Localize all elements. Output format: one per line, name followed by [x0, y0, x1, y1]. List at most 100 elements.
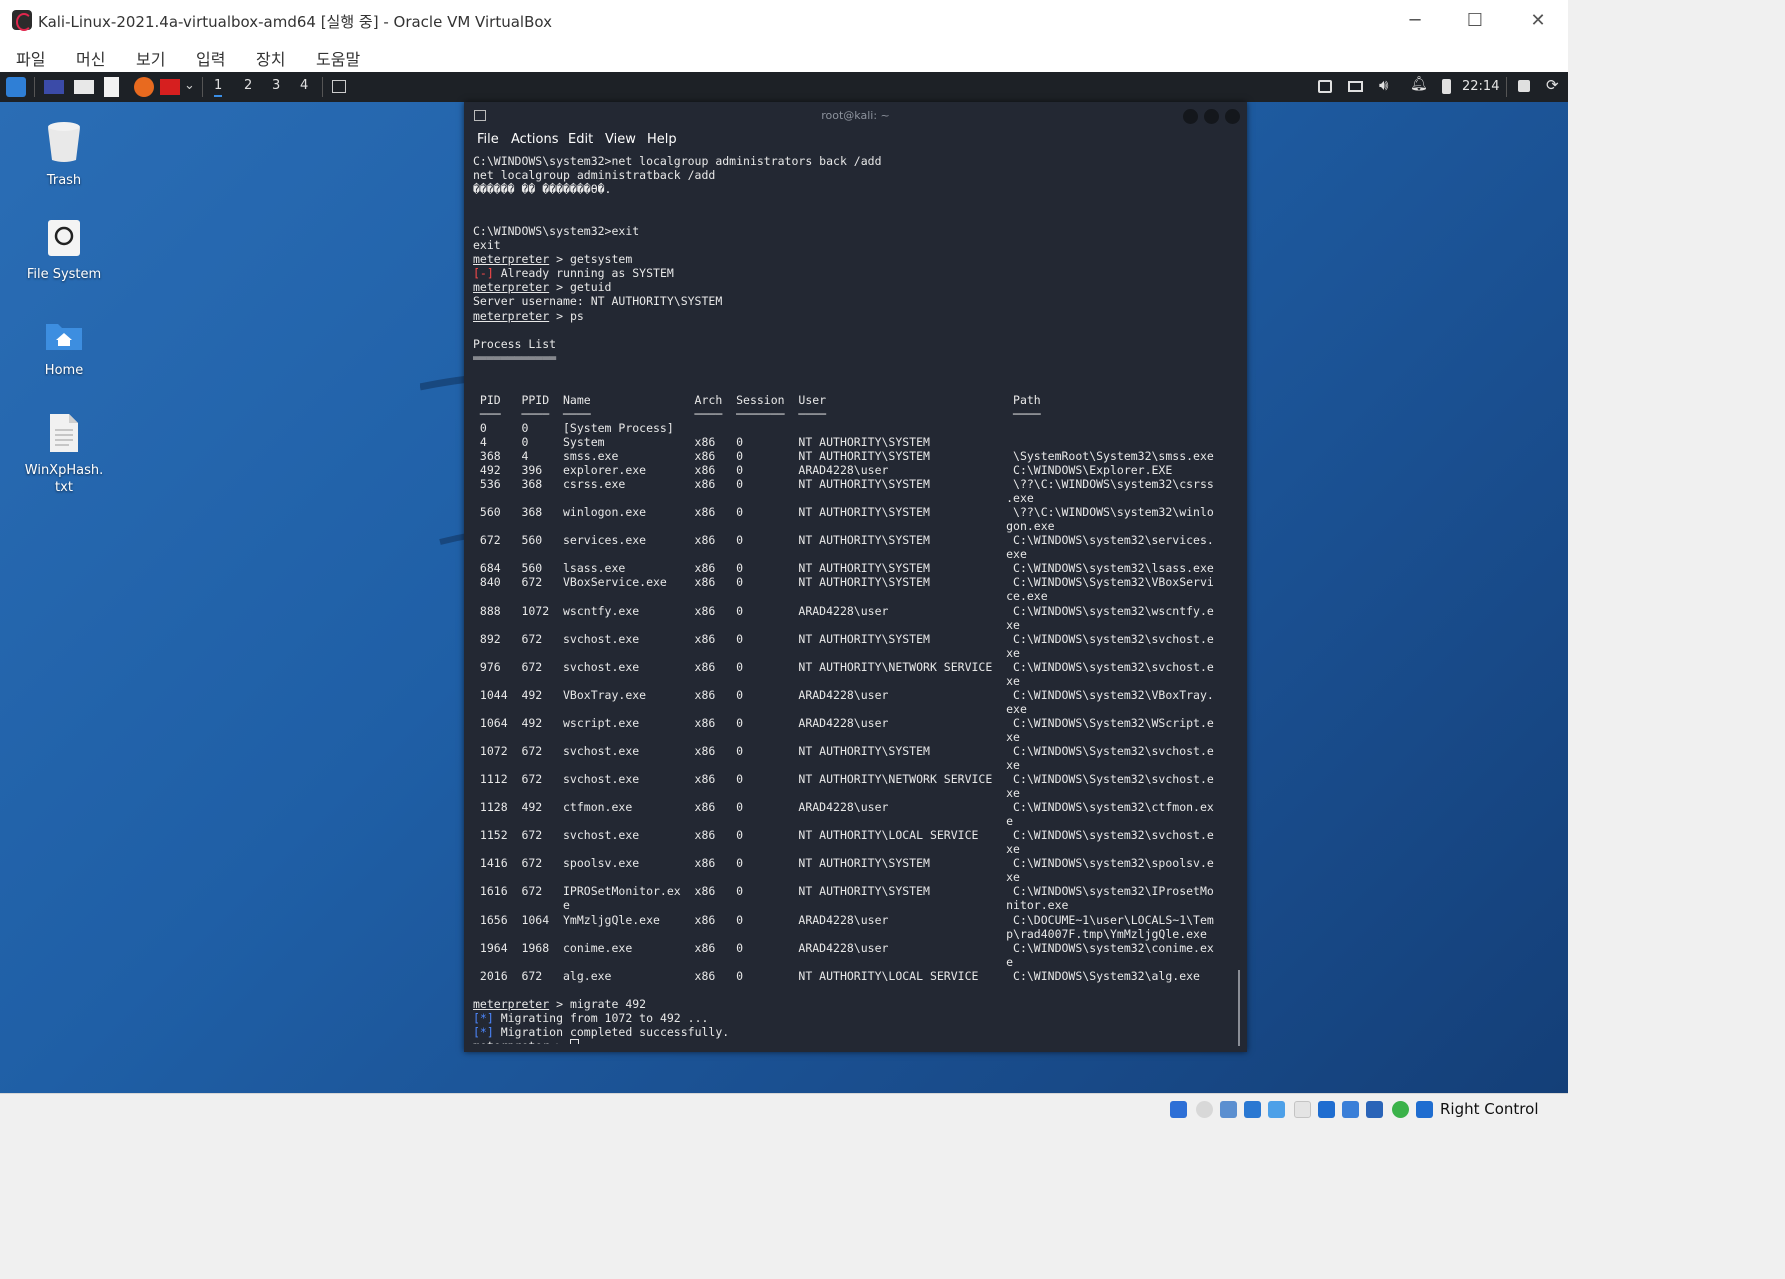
menu-devices[interactable]: 장치 [256, 46, 285, 70]
logout-icon[interactable]: ⟳ [1546, 76, 1559, 94]
terminal-line-text: xe [473, 842, 1020, 857]
virtualbox-menu-bar: 파일 머신 보기 입력 장치 도움말 [0, 42, 1568, 72]
terminal-line: 1112 672 svchost.exe x86 0 NT AUTHORITY\… [473, 772, 1233, 786]
terminal-line: exe [473, 547, 1233, 561]
error-tag: [-] [473, 266, 494, 281]
optical-drive-icon[interactable] [1196, 1101, 1213, 1118]
virtualbox-status-bar: Right Control [0, 1093, 1568, 1125]
terminal-line-text: 1416 672 spoolsv.exe x86 0 NT AUTHORITY\… [473, 856, 1214, 871]
workspace-1[interactable]: 1 [214, 78, 223, 97]
terminal-line-text: 1064 492 wscript.exe x86 0 ARAD4228\user… [473, 715, 1214, 730]
panel-separator [322, 77, 323, 97]
terminal-line: 1072 672 svchost.exe x86 0 NT AUTHORITY\… [473, 744, 1233, 758]
video-capture-icon[interactable] [1342, 1101, 1359, 1118]
panel-separator [1506, 77, 1507, 97]
mouse-integration-icon[interactable] [1416, 1101, 1433, 1118]
terminal-line-text: xe [473, 758, 1020, 773]
terminal-title-bar[interactable]: root@kali: ~ [464, 102, 1247, 130]
clock[interactable]: 22:14 [1462, 79, 1499, 94]
drive-icon [48, 220, 80, 256]
menu-view[interactable]: 보기 [136, 46, 165, 70]
terminal-line-text: 840 672 VBoxService.exe x86 0 NT AUTHORI… [473, 575, 1214, 590]
minimize-icon[interactable]: ─ [1395, 8, 1435, 34]
desktop-icon-label: File System [26, 267, 102, 282]
terminal-menu-view[interactable]: View [605, 132, 636, 147]
workspace-3[interactable]: 3 [272, 78, 280, 93]
terminal-minimize-button[interactable] [1183, 109, 1198, 124]
menu-machine[interactable]: 머신 [76, 46, 105, 70]
terminal-line: xe [473, 870, 1233, 884]
meterpreter-prompt: meterpreter [473, 308, 550, 323]
terminal-line-text: Migrating from 1072 to 492 ... [493, 1010, 709, 1025]
terminal-scrollbar[interactable] [1238, 970, 1240, 1046]
menu-help[interactable]: 도움말 [316, 46, 360, 70]
battery-icon[interactable] [1442, 79, 1451, 94]
terminal-close-button[interactable] [1225, 109, 1240, 124]
workspace-2[interactable]: 2 [244, 78, 252, 93]
volume-icon[interactable]: 🔊︎ [1379, 76, 1388, 94]
shared-folder-icon[interactable] [1294, 1101, 1311, 1118]
terminal-window[interactable]: root@kali: ~ File Actions Edit View Help… [464, 102, 1247, 1052]
desktop-icon-label: WinXpHash.txt [24, 463, 104, 495]
desktop-icon-trash[interactable]: Trash [18, 120, 110, 189]
desktop-icon-file-system[interactable]: File System [18, 218, 110, 283]
terminal-line: exe [473, 702, 1233, 716]
terminal-line: C:\WINDOWS\system32>net localgroup admin… [473, 154, 1233, 168]
terminal-line-text: 536 368 csrss.exe x86 0 NT AUTHORITY\SYS… [473, 477, 1214, 492]
terminal-output[interactable]: C:\WINDOWS\system32>net localgroup admin… [473, 154, 1233, 1044]
keyboard-icon[interactable] [1348, 81, 1363, 92]
virtualization-icon[interactable] [1366, 1101, 1383, 1118]
terminal-line-text: 1072 672 svchost.exe x86 0 NT AUTHORITY\… [473, 743, 1214, 758]
window-title: Kali-Linux-2021.4a-virtualbox-amd64 [실행 … [38, 13, 552, 31]
terminal-line: meterpreter > [473, 1039, 1233, 1044]
network-icon[interactable] [1244, 1101, 1261, 1118]
terminal-line-text: > ps [549, 308, 584, 323]
terminal-menu-file[interactable]: File [477, 132, 499, 147]
display-status-icon[interactable] [1318, 1101, 1335, 1118]
terminal-menu-edit[interactable]: Edit [568, 132, 593, 147]
terminal-line-text: e nitor.exe [473, 898, 1069, 913]
info-tag: [*] [473, 1010, 494, 1025]
kali-top-panel: ⌄ 1 2 3 4 🔊︎ 🔔︎ 22:14 ⟳ [0, 72, 1568, 102]
guest-additions-icon[interactable] [1392, 1101, 1409, 1118]
taskbar-terminal-icon[interactable] [332, 80, 346, 93]
firefox-icon[interactable] [134, 77, 154, 97]
usb-icon[interactable] [1268, 1101, 1285, 1118]
terminal-line: ������ �� �������ϴ�. [473, 182, 1233, 196]
terminal-maximize-button[interactable] [1204, 109, 1219, 124]
terminal-line-text: 684 560 lsass.exe x86 0 NT AUTHORITY\SYS… [473, 561, 1214, 576]
menu-input[interactable]: 입력 [196, 46, 225, 70]
chevron-down-icon[interactable]: ⌄ [184, 78, 195, 93]
terminal-line: xe [473, 618, 1233, 632]
terminal-line: xe [473, 786, 1233, 800]
display-icon[interactable] [1318, 80, 1332, 93]
meterpreter-prompt: meterpreter [473, 1039, 549, 1044]
terminal-line-text: xe [473, 729, 1020, 744]
menu-file[interactable]: 파일 [16, 46, 45, 70]
maximize-icon[interactable]: ☐ [1455, 8, 1495, 34]
terminal-menu-actions[interactable]: Actions [511, 132, 559, 147]
metasploit-icon[interactable] [160, 79, 180, 95]
terminal-line: xe [473, 842, 1233, 856]
desktop-icon-home[interactable]: Home [18, 316, 110, 379]
hard-disk-icon[interactable] [1170, 1101, 1187, 1118]
lock-icon[interactable] [1518, 80, 1530, 92]
desktop-icon-winxphash[interactable]: WinXpHash.txt [18, 412, 110, 496]
notification-bell-icon[interactable]: 🔔︎ [1410, 76, 1428, 92]
terminal-menu-help[interactable]: Help [647, 132, 677, 147]
terminal-line-text: C:\WINDOWS\system32>exit [473, 224, 640, 239]
workspace-4[interactable]: 4 [300, 78, 308, 93]
terminal-line: 2016 672 alg.exe x86 0 NT AUTHORITY\LOCA… [473, 969, 1233, 983]
close-icon[interactable]: ✕ [1518, 8, 1558, 34]
text-editor-icon[interactable] [104, 77, 119, 97]
kali-menu-icon[interactable] [6, 77, 26, 97]
terminal-launcher-icon[interactable] [44, 80, 64, 94]
desktop-icon-label: Trash [46, 173, 82, 188]
file-manager-icon[interactable] [74, 80, 94, 94]
terminal-line-text: 1616 672 IPROSetMonitor.ex x86 0 NT AUTH… [473, 884, 1214, 899]
audio-icon[interactable] [1220, 1101, 1237, 1118]
desktop-icon-label: Home [44, 363, 84, 378]
terminal-line: 1656 1064 YmMzljgQle.exe x86 0 ARAD4228\… [473, 913, 1233, 927]
